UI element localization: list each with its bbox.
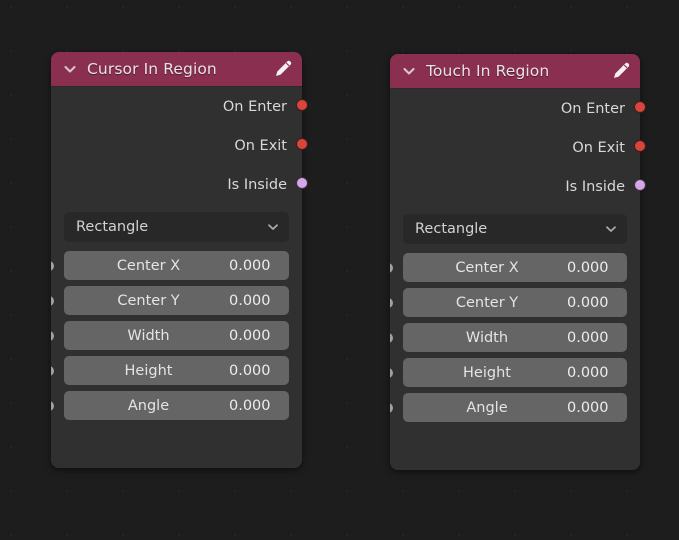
output-socket-on-enter[interactable]	[296, 99, 308, 111]
field-value[interactable]: 0.000	[567, 365, 619, 381]
field-center-y[interactable]: Center Y 0.000	[390, 288, 627, 317]
field-height[interactable]: Height 0.000	[51, 356, 289, 385]
shape-dropdown[interactable]: Rectangle	[403, 214, 627, 244]
input-socket[interactable]	[390, 401, 394, 414]
field-label: Height	[463, 364, 511, 381]
output-label: Is Inside	[565, 178, 625, 195]
field-angle[interactable]: Angle 0.000	[51, 391, 289, 420]
field-value[interactable]: 0.000	[229, 258, 281, 274]
output-row-on-enter[interactable]: On Enter	[51, 87, 302, 126]
field-center-x[interactable]: Center X 0.000	[51, 251, 289, 280]
input-socket[interactable]	[51, 259, 55, 272]
output-label: Is Inside	[227, 176, 287, 193]
field-value[interactable]: 0.000	[567, 295, 619, 311]
node-touch-in-region[interactable]: Touch In Region On Enter On Exit Is Insi…	[390, 54, 646, 470]
output-label: On Enter	[560, 100, 625, 117]
field-width[interactable]: Width 0.000	[390, 323, 627, 352]
field-center-y[interactable]: Center Y 0.000	[51, 286, 289, 315]
input-socket[interactable]	[51, 399, 55, 412]
widget-area: Rectangle Center X 0.000 Center Y 0.000 …	[390, 206, 640, 435]
node-header[interactable]: Cursor In Region	[51, 52, 302, 87]
input-socket[interactable]	[390, 296, 394, 309]
input-socket[interactable]	[51, 364, 55, 377]
output-label: On Exit	[572, 139, 625, 156]
output-row-on-exit[interactable]: On Exit	[51, 126, 302, 165]
output-row-on-enter[interactable]: On Enter	[390, 89, 640, 128]
input-socket[interactable]	[51, 294, 55, 307]
field-angle[interactable]: Angle 0.000	[390, 393, 627, 422]
node-editor-canvas[interactable]: Cursor In Region On Enter On Exit Is Ins…	[0, 0, 679, 540]
output-socket-is-inside[interactable]	[634, 179, 646, 191]
field-label: Width	[465, 329, 509, 346]
field-value[interactable]: 0.000	[567, 260, 619, 276]
output-socket-on-exit[interactable]	[296, 138, 308, 150]
output-label: On Exit	[234, 137, 287, 154]
field-value[interactable]: 0.000	[229, 293, 281, 309]
input-socket[interactable]	[390, 366, 394, 379]
input-socket[interactable]	[390, 331, 394, 344]
field-width[interactable]: Width 0.000	[51, 321, 289, 350]
shape-dropdown[interactable]: Rectangle	[64, 212, 289, 242]
node-header[interactable]: Touch In Region	[390, 54, 640, 89]
field-label: Width	[127, 327, 170, 344]
field-label: Center X	[116, 257, 181, 274]
field-value[interactable]: 0.000	[567, 330, 619, 346]
field-value[interactable]: 0.000	[229, 398, 281, 414]
node-title: Touch In Region	[426, 62, 550, 80]
field-label: Height	[124, 362, 173, 379]
dropdown-value: Rectangle	[415, 221, 488, 237]
field-center-x[interactable]: Center X 0.000	[390, 253, 627, 282]
field-label: Center X	[455, 259, 519, 276]
field-label: Angle	[466, 399, 508, 416]
node-body: On Enter On Exit Is Inside Rectangle Cen…	[390, 89, 640, 435]
pencil-icon[interactable]	[273, 59, 293, 79]
chevron-down-icon[interactable]	[401, 63, 417, 79]
pencil-icon[interactable]	[611, 61, 631, 81]
output-row-on-exit[interactable]: On Exit	[390, 128, 640, 167]
widget-area: Rectangle Center X 0.000 Center Y 0.000 …	[51, 204, 302, 433]
chevron-down-icon[interactable]	[62, 61, 78, 77]
node-body: On Enter On Exit Is Inside Rectangle Cen…	[51, 87, 302, 433]
node-cursor-in-region[interactable]: Cursor In Region On Enter On Exit Is Ins…	[51, 52, 308, 468]
field-value[interactable]: 0.000	[229, 328, 281, 344]
chevron-down-icon	[604, 222, 618, 236]
output-socket-on-exit[interactable]	[634, 140, 646, 152]
field-label: Center Y	[117, 292, 180, 309]
output-row-is-inside[interactable]: Is Inside	[51, 165, 302, 204]
field-height[interactable]: Height 0.000	[390, 358, 627, 387]
node-title: Cursor In Region	[87, 60, 217, 78]
input-socket[interactable]	[390, 261, 394, 274]
input-socket[interactable]	[51, 329, 55, 342]
output-label: On Enter	[222, 98, 287, 115]
field-label: Angle	[127, 397, 170, 414]
field-value[interactable]: 0.000	[567, 400, 619, 416]
chevron-down-icon	[266, 220, 280, 234]
dropdown-value: Rectangle	[76, 219, 149, 235]
field-value[interactable]: 0.000	[229, 363, 281, 379]
output-row-is-inside[interactable]: Is Inside	[390, 167, 640, 206]
output-socket-on-enter[interactable]	[634, 101, 646, 113]
output-socket-is-inside[interactable]	[296, 177, 308, 189]
field-label: Center Y	[455, 294, 519, 311]
